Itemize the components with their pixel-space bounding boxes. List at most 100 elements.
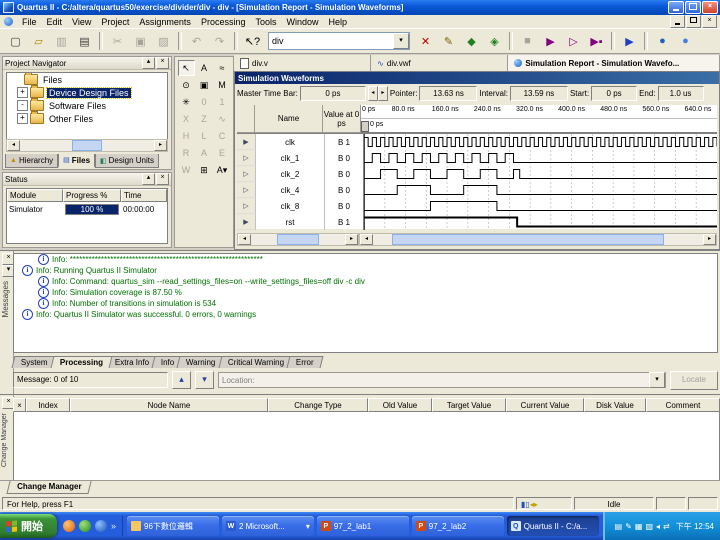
combo-dropdown-icon[interactable]: ▾ xyxy=(393,33,409,49)
tray-network-icon[interactable]: ⇄ xyxy=(663,522,670,531)
signal-row-clk[interactable]: ▶clkB 1 xyxy=(237,134,717,150)
messages-tab-error[interactable]: Error xyxy=(287,356,324,368)
menu-tools[interactable]: Tools xyxy=(250,16,281,28)
menu-project[interactable]: Project xyxy=(96,16,134,28)
project-combo[interactable]: div ▾ xyxy=(268,32,410,50)
messages-tab-extra-info[interactable]: Extra Info xyxy=(105,356,158,368)
quartus-ball-icon[interactable]: ● xyxy=(652,31,673,52)
pointer-icon[interactable]: ↖ xyxy=(178,60,195,76)
master-time-bar-track[interactable]: 0 ps xyxy=(361,118,717,133)
doc-tab-simulation[interactable]: Simulation Report - Simulation Wavefo... xyxy=(508,55,720,71)
scroll-right-icon[interactable]: ▸ xyxy=(154,140,167,151)
scroll-thumb[interactable] xyxy=(277,234,319,245)
firefox-icon[interactable] xyxy=(63,520,75,532)
waveform-edit-icon[interactable]: ≈ xyxy=(214,60,231,76)
name-pane-hscrollbar[interactable]: ◂ ▸ xyxy=(237,233,359,246)
next-message-button[interactable]: ▾ xyxy=(195,371,214,389)
tab-files[interactable]: ▤Files xyxy=(58,154,95,168)
time-ruler[interactable]: 0 ps 0 ps80.0 ns160.0 ns240.0 ns320.0 ns… xyxy=(361,105,717,133)
signal-row-clk-8[interactable]: ▷clk_8B 0 xyxy=(237,198,717,214)
signal-waveform[interactable] xyxy=(364,214,717,230)
cm-column-target-value[interactable]: Target Value xyxy=(432,398,506,412)
scroll-left-icon[interactable]: ◂ xyxy=(7,140,20,151)
status-panel-titlebar[interactable]: Status ▴ × xyxy=(3,173,171,186)
print-icon[interactable]: ▤ xyxy=(74,31,95,52)
simulation-waveforms-titlebar[interactable]: Simulation Waveforms xyxy=(235,72,719,84)
stop-processing-icon[interactable]: ✕ xyxy=(415,31,436,52)
menu-edit[interactable]: Edit xyxy=(42,16,68,28)
title-bar[interactable]: Quartus II - C:/altera/quartus50/exercis… xyxy=(0,0,720,15)
taskbar-task-96[interactable]: 96下數位邏輯 xyxy=(127,516,219,536)
taskbar-task-2-microsoft[interactable]: W2 Microsoft...▾ xyxy=(222,516,314,536)
messages-tab-critical-warning[interactable]: Critical Warning xyxy=(218,356,293,368)
location-dropdown-icon[interactable]: ▾ xyxy=(649,372,665,388)
message-row[interactable]: iInfo: Command: quartus_sim --read_setti… xyxy=(14,276,717,287)
cm-column-disk-value[interactable]: Disk Value xyxy=(584,398,646,412)
minimize-button[interactable] xyxy=(668,1,684,14)
signal-waveform[interactable] xyxy=(364,134,717,150)
location-combo[interactable]: Location: ▾ xyxy=(218,372,666,388)
timing-simulation-icon[interactable]: ▶▪ xyxy=(586,31,607,52)
cm-column-comment[interactable]: Comment xyxy=(646,398,720,412)
menu-file[interactable]: File xyxy=(17,16,42,28)
replace-icon[interactable]: ✳ xyxy=(178,94,195,110)
start-simulation-icon[interactable]: ▶ xyxy=(540,31,561,52)
tab-hierarchy[interactable]: ▲Hierarchy xyxy=(5,154,58,168)
panel-pin-button[interactable]: ▴ xyxy=(142,173,155,185)
signal-waveform[interactable] xyxy=(364,150,717,166)
tab-design-units[interactable]: ◧Design Units xyxy=(95,154,159,168)
panel-close-button[interactable]: × xyxy=(156,57,169,69)
context-help-icon[interactable]: ↖? xyxy=(242,31,263,52)
scroll-thumb[interactable] xyxy=(72,140,102,151)
scroll-left-icon[interactable]: ◂ xyxy=(360,234,373,245)
panel-pin-button[interactable]: ▴ xyxy=(142,57,155,69)
doc-tab-div-v[interactable]: div.v xyxy=(234,55,371,71)
quartus-help-icon[interactable]: ● xyxy=(675,31,696,52)
cm-column-node-name[interactable]: Node Name xyxy=(70,398,268,412)
column-header-time[interactable]: Time xyxy=(121,189,167,202)
tray-volume-icon[interactable]: ◂ xyxy=(656,522,660,531)
signal-row-clk-1[interactable]: ▷clk_1B 0 xyxy=(237,150,717,166)
tray-input-method-icon[interactable]: ▤ xyxy=(615,522,623,531)
media-player-icon[interactable] xyxy=(95,520,107,532)
locate-button[interactable]: Locate xyxy=(670,371,718,390)
panel-close-button[interactable]: × xyxy=(156,173,169,185)
project-navigator-titlebar[interactable]: Project Navigator ▴ × xyxy=(3,57,171,70)
signal-row-clk-2[interactable]: ▷clk_2B 0 xyxy=(237,166,717,182)
tree-expander-icon[interactable]: + xyxy=(17,87,28,98)
doc-tab-div-vwf[interactable]: ∿div.vwf xyxy=(371,55,508,71)
signal-row-clk-4[interactable]: ▷clk_4B 0 xyxy=(237,182,717,198)
time-bar-left-spinner[interactable]: ◂ xyxy=(368,86,378,101)
project-tree-hscrollbar[interactable]: ◂ ▸ xyxy=(6,139,168,152)
name-column-header[interactable]: Name xyxy=(255,105,323,133)
signal-waveform[interactable] xyxy=(364,198,717,214)
scroll-right-icon[interactable]: ▸ xyxy=(703,234,716,245)
cm-column-current-value[interactable]: Current Value xyxy=(506,398,584,412)
menu-view[interactable]: View xyxy=(67,16,96,28)
new-file-icon[interactable]: ▢ xyxy=(5,31,26,52)
menu-help[interactable]: Help xyxy=(324,16,353,28)
time-bar-handle[interactable] xyxy=(361,121,369,132)
cm-column-old-value[interactable]: Old Value xyxy=(368,398,432,412)
messages-tab-processing[interactable]: Processing xyxy=(50,356,112,368)
menu-processing[interactable]: Processing xyxy=(196,16,251,28)
message-row[interactable]: iInfo: Running Quartus II Simulator xyxy=(14,265,717,276)
tray-safely-remove-icon[interactable]: ▧ xyxy=(645,522,653,531)
cm-column-index[interactable]: Index xyxy=(26,398,70,412)
mdi-close-button[interactable]: × xyxy=(702,15,717,28)
signal-waveform[interactable] xyxy=(364,166,717,182)
message-row[interactable]: iInfo: Simulation coverage is 87.50 % xyxy=(14,287,717,298)
scroll-thumb[interactable] xyxy=(392,234,664,245)
taskbar-task-97-2-lab2[interactable]: P97_2_lab2 xyxy=(412,516,504,536)
sort-icon[interactable]: A▾ xyxy=(214,162,231,178)
open-file-icon[interactable]: ▱ xyxy=(28,31,49,52)
run-icon[interactable]: ▶ xyxy=(619,31,640,52)
tree-item-other-files[interactable]: +Other Files xyxy=(7,112,167,125)
quick-launch-overflow-icon[interactable]: » xyxy=(111,521,116,531)
signal-waveform[interactable] xyxy=(364,182,717,198)
message-row[interactable]: iInfo: *********************************… xyxy=(14,254,717,265)
signal-row-rst[interactable]: ▶rstB 1 xyxy=(237,214,717,230)
change-manager-close-column[interactable]: × xyxy=(13,398,26,412)
time-bar-right-spinner[interactable]: ▸ xyxy=(378,86,388,101)
zoom-icon[interactable]: ⊙ xyxy=(178,77,195,93)
